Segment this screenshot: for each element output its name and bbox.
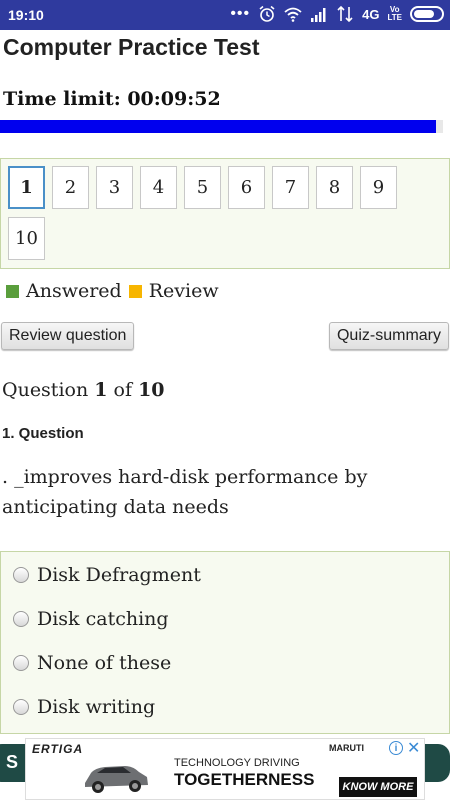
counter-mid: of: [113, 379, 133, 401]
page-title: Computer Practice Test: [3, 34, 260, 60]
alarm-icon: [259, 5, 275, 22]
review-label: Review: [148, 280, 219, 302]
question-counter: Question 1 of 10: [2, 379, 165, 401]
counter-total: 10: [138, 379, 165, 401]
question-nav-4[interactable]: 4: [140, 166, 177, 209]
close-icon[interactable]: ✕: [407, 739, 420, 758]
question-nav-9[interactable]: 9: [360, 166, 397, 209]
question-heading: 1. Question: [2, 425, 84, 442]
question-nav-2[interactable]: 2: [52, 166, 89, 209]
answered-label: Answered: [26, 280, 122, 302]
network-type: 4G: [362, 6, 380, 22]
answer-option-label: Disk writing: [37, 696, 156, 718]
answer-option-label: Disk Defragment: [37, 564, 201, 586]
ad-tagline-main: TOGETHERNESS: [174, 770, 315, 789]
answered-swatch: [6, 284, 19, 298]
wifi-icon: [284, 7, 302, 22]
answer-option[interactable]: None of these: [13, 652, 171, 674]
status-icons: ••• 4G Vo LTE: [230, 5, 444, 23]
info-icon[interactable]: i: [389, 741, 403, 755]
question-nav-3[interactable]: 3: [96, 166, 133, 209]
status-time: 19:10: [8, 7, 44, 23]
status-bar: 19:10 ••• 4G Vo LTE: [0, 0, 450, 30]
radio-button[interactable]: [13, 655, 29, 671]
submit-label: S: [6, 752, 19, 772]
answer-option-label: Disk catching: [37, 608, 169, 630]
review-question-button[interactable]: Review question: [1, 322, 135, 350]
answer-option[interactable]: Disk writing: [13, 696, 155, 718]
timer-progress-fill: [0, 120, 437, 133]
question-text: . _improves hard-disk performance by ant…: [2, 466, 368, 518]
answer-option[interactable]: Disk Defragment: [13, 564, 201, 586]
ad-know-more-button[interactable]: KNOW MORE: [339, 777, 417, 797]
answer-options: Disk Defragment Disk catching None of thes…: [0, 551, 450, 734]
ad-tagline-top: TECHNOLOGY DRIVING: [174, 757, 300, 769]
status-legend: Answered Review: [6, 280, 219, 302]
ad-brand: ERTIGA: [32, 742, 84, 756]
ad-banner[interactable]: ERTIGA MARUTI i ✕ TECHNOLOGY DRIVING TOG…: [25, 738, 425, 800]
quiz-summary-button[interactable]: Quiz-summary: [328, 322, 449, 350]
car-image: [85, 766, 148, 793]
question-nav-6[interactable]: 6: [228, 166, 265, 209]
volte-badge: Vo LTE: [387, 5, 402, 22]
time-limit: Time limit: 00:09:52: [3, 88, 221, 110]
timer-progress-bar: [0, 120, 443, 133]
question-nav-1[interactable]: 1: [8, 166, 45, 209]
notification-dots: •••: [230, 5, 251, 22]
question-nav-7[interactable]: 7: [272, 166, 309, 209]
answer-option[interactable]: Disk catching: [13, 608, 169, 630]
question-nav-5[interactable]: 5: [184, 166, 221, 209]
answer-option-label: None of these: [37, 652, 172, 674]
data-transfer-icon: [337, 5, 353, 23]
radio-button[interactable]: [13, 611, 29, 627]
battery-icon: [410, 6, 444, 22]
radio-button[interactable]: [13, 567, 29, 583]
counter-prefix: Question: [2, 379, 89, 401]
counter-current: 1: [94, 379, 108, 401]
question-nav-10[interactable]: 10: [8, 217, 45, 260]
ad-maker-logo: MARUTI: [329, 743, 364, 753]
question-navigation: 1 2 3 4 5 6 7 8 9 10: [0, 158, 450, 269]
signal-icon: [311, 8, 326, 22]
review-swatch: [128, 284, 142, 298]
question-nav-8[interactable]: 8: [316, 166, 353, 209]
radio-button[interactable]: [13, 699, 29, 715]
